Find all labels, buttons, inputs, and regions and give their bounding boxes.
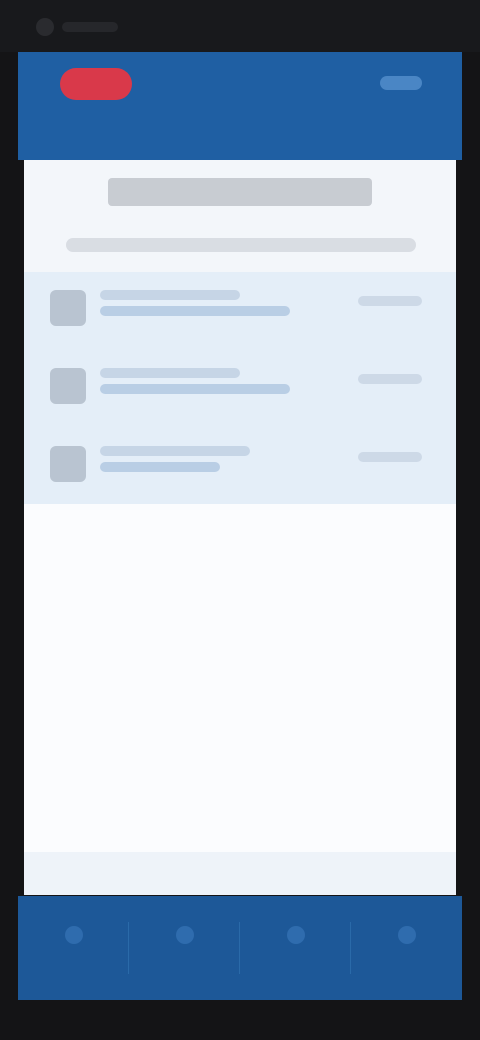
list-item-meta-placeholder bbox=[358, 374, 422, 384]
list-item[interactable] bbox=[24, 350, 456, 428]
list-item[interactable] bbox=[24, 272, 456, 350]
main-content bbox=[24, 160, 456, 895]
page-title-placeholder bbox=[108, 178, 372, 206]
list-item-subtitle-placeholder bbox=[100, 384, 290, 394]
status-text-placeholder bbox=[62, 22, 118, 32]
home-icon bbox=[64, 926, 83, 944]
footer-strip bbox=[24, 852, 456, 895]
page-subtitle-placeholder bbox=[66, 238, 416, 252]
menu-icon[interactable] bbox=[380, 76, 422, 90]
document-icon bbox=[50, 446, 86, 482]
list-item-meta-placeholder bbox=[358, 296, 422, 306]
document-icon bbox=[50, 368, 86, 404]
status-icon bbox=[36, 18, 54, 36]
list-item-title-placeholder bbox=[100, 446, 250, 456]
brand-logo-icon[interactable] bbox=[60, 68, 132, 100]
nav-item-search[interactable] bbox=[129, 896, 240, 1000]
settings-icon bbox=[397, 926, 416, 944]
list-icon bbox=[286, 926, 305, 944]
item-list bbox=[24, 272, 456, 504]
bottom-navigation bbox=[18, 896, 462, 1000]
list-item-subtitle-placeholder bbox=[100, 462, 220, 472]
system-home-bar bbox=[0, 1000, 480, 1040]
nav-item-settings[interactable] bbox=[351, 896, 462, 1000]
nav-item-list[interactable] bbox=[240, 896, 351, 1000]
empty-content-area bbox=[24, 504, 456, 895]
list-item[interactable] bbox=[24, 428, 456, 506]
list-item-meta-placeholder bbox=[358, 452, 422, 462]
nav-item-home[interactable] bbox=[18, 896, 129, 1000]
app-header bbox=[18, 52, 462, 160]
phone-screen bbox=[0, 0, 480, 1040]
list-item-title-placeholder bbox=[100, 290, 240, 300]
list-item-subtitle-placeholder bbox=[100, 306, 290, 316]
document-icon bbox=[50, 290, 86, 326]
search-icon bbox=[175, 926, 194, 944]
status-bar bbox=[0, 0, 480, 52]
list-item-title-placeholder bbox=[100, 368, 240, 378]
